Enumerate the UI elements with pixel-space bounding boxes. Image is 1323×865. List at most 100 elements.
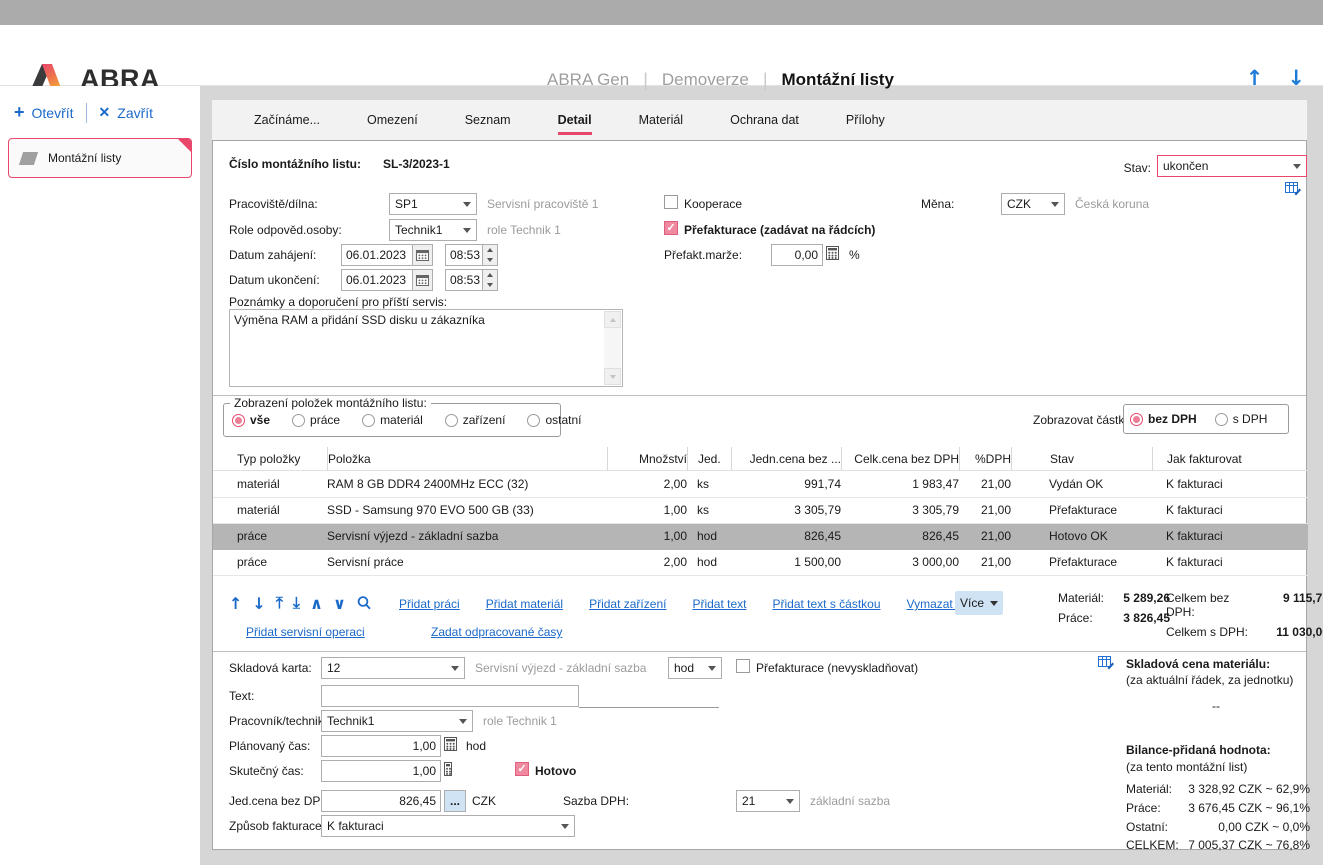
previous-record-icon[interactable]: ↑ <box>1246 66 1264 90</box>
inline-underline-field[interactable] <box>579 707 719 708</box>
calculator-icon[interactable] <box>444 737 457 754</box>
add-service-operation-link[interactable]: Přidat servisní operaci <box>246 625 365 639</box>
calculator-icon[interactable] <box>826 246 839 263</box>
table-row[interactable]: materiál RAM 8 GB DDR4 2400MHz ECC (32) … <box>213 472 1308 498</box>
vat-rate-select[interactable]: 21 <box>736 790 800 812</box>
end-time-input[interactable]: 08:53 <box>445 269 483 291</box>
breadcrumb-app[interactable]: ABRA Gen <box>547 70 629 90</box>
prefakturace-row-checkbox[interactable] <box>736 659 750 673</box>
billing-method-select[interactable]: K fakturaci <box>321 815 575 837</box>
breadcrumb-env[interactable]: Demoverze <box>662 70 749 90</box>
stock-card-value: 12 <box>327 661 340 675</box>
add-text-link[interactable]: Přidat text <box>692 597 746 611</box>
column-header[interactable]: Množství <box>607 447 687 470</box>
move-up-icon[interactable]: ↑ <box>229 594 242 613</box>
column-header[interactable]: Celk.cena bez DPH <box>841 447 959 470</box>
chevron-down-icon <box>1293 164 1301 169</box>
price-lookup-button[interactable]: ... <box>444 790 466 812</box>
calendar-icon[interactable] <box>413 244 433 266</box>
radio-vse[interactable]: vše <box>232 413 270 427</box>
workplace-select[interactable]: SP1 <box>389 193 477 215</box>
kooperace-checkbox[interactable] <box>664 195 678 209</box>
collapse-icon[interactable]: ∧ <box>310 594 323 613</box>
currency-note: Česká koruna <box>1075 197 1149 211</box>
calendar-icon[interactable] <box>413 269 433 291</box>
column-header[interactable]: Jedn.cena bez ... <box>731 447 841 470</box>
move-to-bottom-icon[interactable]: ⤓ <box>293 593 300 613</box>
move-to-top-icon[interactable]: ⤒ <box>276 593 283 613</box>
radio-zarizeni[interactable]: zařízení <box>445 413 506 427</box>
tab-prilohy[interactable]: Přílohy <box>846 100 885 140</box>
hotovo-checkbox[interactable] <box>515 762 529 776</box>
prefakturace-label: Přefakturace (zadávat na řádcích) <box>684 223 875 237</box>
tab-zaciname[interactable]: Začínáme... <box>254 100 320 140</box>
chevron-down-icon <box>459 719 467 724</box>
close-button[interactable]: ✕ Zavřít <box>99 104 154 121</box>
text-input[interactable] <box>321 685 579 707</box>
spin-up-icon[interactable] <box>483 270 497 280</box>
tab-seznam[interactable]: Seznam <box>465 100 511 140</box>
radio-s-dph[interactable]: s DPH <box>1215 412 1268 426</box>
sidebar-item-montazni-listy[interactable]: Montážní listy <box>8 138 192 178</box>
start-time-input[interactable]: 08:53 <box>445 244 483 266</box>
totals-left: Materiál:5 289,26 Práce:3 826,45 <box>1058 591 1170 631</box>
table-row[interactable]: práce Servisní práce 2,00 hod 1 500,00 3… <box>213 550 1308 576</box>
radio-material[interactable]: materiál <box>362 413 423 427</box>
open-button[interactable]: + Otevřít <box>14 102 74 123</box>
unit-select[interactable]: hod <box>668 657 722 679</box>
end-date-input[interactable]: 06.01.2023 <box>341 269 413 291</box>
planned-time-input[interactable] <box>321 735 441 757</box>
prefakturace-checkbox[interactable] <box>664 221 678 235</box>
radio-bez-dph[interactable]: bez DPH <box>1130 412 1197 426</box>
calculator-icon[interactable] <box>444 762 452 779</box>
enter-worked-hours-link[interactable]: Zadat odpracované časy <box>431 625 562 639</box>
tab-detail[interactable]: Detail <box>558 100 592 140</box>
tab-omezeni[interactable]: Omezení <box>367 100 418 140</box>
next-record-icon[interactable]: ↓ <box>1287 66 1305 90</box>
move-down-icon[interactable]: ↓ <box>252 594 265 613</box>
sidebar-item-label: Montážní listy <box>48 151 121 165</box>
tab-ochrana-dat[interactable]: Ochrana dat <box>730 100 799 140</box>
column-header[interactable]: Stav <box>1011 447 1152 470</box>
search-icon[interactable] <box>356 595 372 611</box>
expand-icon[interactable]: ∨ <box>333 594 346 613</box>
add-text-amount-link[interactable]: Přidat text s částkou <box>772 597 880 611</box>
edit-grid-icon[interactable] <box>1098 655 1115 673</box>
plus-icon: + <box>14 102 25 123</box>
more-button[interactable]: Více <box>955 591 1003 615</box>
scroll-up-icon[interactable] <box>604 311 621 328</box>
column-header[interactable]: Typ položky <box>213 447 327 470</box>
notes-scrollbar[interactable] <box>604 311 621 385</box>
unit-price-input[interactable] <box>321 790 441 812</box>
role-select[interactable]: Technik1 <box>389 219 477 241</box>
table-row-selected[interactable]: práce Servisní výjezd - základní sazba 1… <box>213 524 1308 550</box>
scroll-down-icon[interactable] <box>604 368 621 385</box>
table-row[interactable]: materiál SSD - Samsung 970 EVO 500 GB (3… <box>213 498 1308 524</box>
actual-time-input[interactable] <box>321 760 441 782</box>
add-device-link[interactable]: Přidat zařízení <box>589 597 666 611</box>
status-select[interactable]: ukončen <box>1157 155 1307 177</box>
column-header[interactable]: Položka <box>327 447 607 470</box>
spin-up-icon[interactable] <box>483 245 497 255</box>
currency-select[interactable]: CZK <box>1001 193 1065 215</box>
stock-card-select[interactable]: 12 <box>321 657 465 679</box>
column-header[interactable]: Jak fakturovat <box>1152 447 1308 470</box>
technician-value: Technik1 <box>327 714 374 728</box>
column-header[interactable]: Jed. <box>687 447 731 470</box>
spin-down-icon[interactable] <box>483 280 497 290</box>
add-work-link[interactable]: Přidat práci <box>399 597 460 611</box>
edit-grid-icon[interactable] <box>1285 181 1302 199</box>
tab-material[interactable]: Materiál <box>639 100 683 140</box>
start-date-input[interactable]: 06.01.2023 <box>341 244 413 266</box>
margin-input[interactable] <box>771 244 823 266</box>
technician-select[interactable]: Technik1 <box>321 710 473 732</box>
balance-row-material: Materiál:3 328,92 CZK ~ 62,9% <box>1126 782 1310 796</box>
add-material-link[interactable]: Přidat materiál <box>486 597 563 611</box>
notes-textarea[interactable]: Výměna RAM a přidání SSD disku u zákazní… <box>229 309 623 387</box>
radio-ostatni[interactable]: ostatní <box>527 413 581 427</box>
spin-down-icon[interactable] <box>483 255 497 265</box>
column-header[interactable]: %DPH <box>959 447 1011 470</box>
vat-rate-value: 21 <box>742 794 755 808</box>
radio-prace[interactable]: práce <box>292 413 340 427</box>
margin-unit: % <box>849 248 860 262</box>
